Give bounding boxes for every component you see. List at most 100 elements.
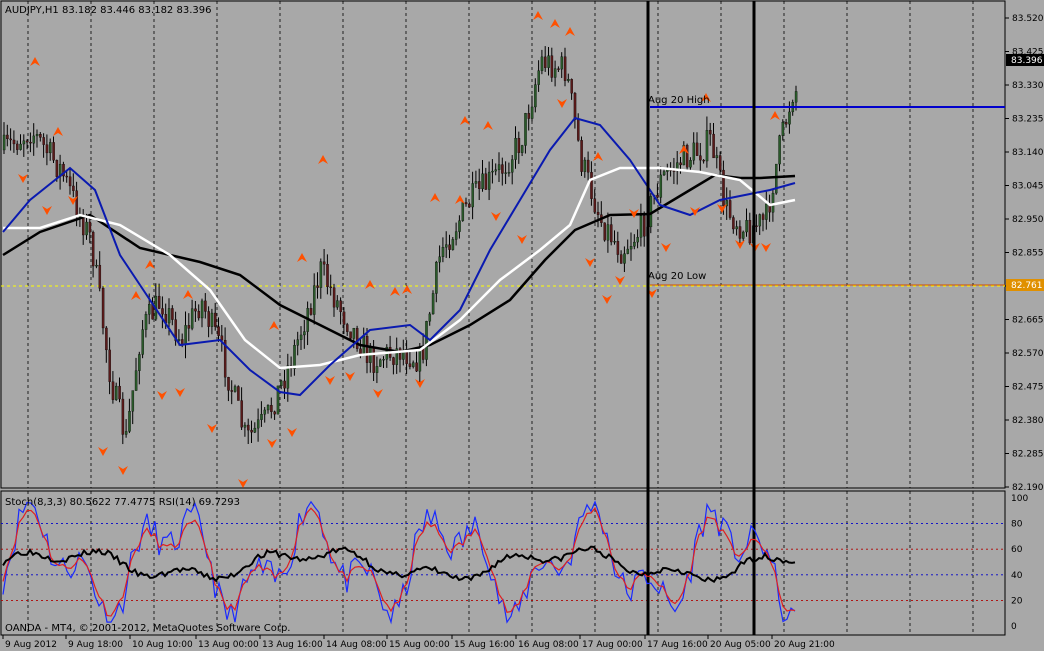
candle-body <box>273 411 276 415</box>
candle-body <box>484 173 488 190</box>
candle-body <box>537 70 540 85</box>
candle-body <box>319 261 323 288</box>
indicator-panel[interactable] <box>0 490 1006 636</box>
candle-body <box>167 308 171 324</box>
time-tick-label: 20 Aug 05:00 <box>710 640 771 650</box>
candle-body <box>501 164 504 174</box>
candle-body <box>243 424 247 428</box>
candle-body <box>128 411 131 432</box>
candle-body <box>332 287 336 308</box>
indicator-label: Stoch(8,3,3) 80.5622 77.4775 RSI(14) 69.… <box>5 497 240 508</box>
candle-body <box>141 329 144 355</box>
indicator-tick-label: 100 <box>1011 494 1028 504</box>
candle-body <box>464 202 468 205</box>
candle-body <box>705 130 709 162</box>
candle-body <box>299 334 303 340</box>
candle-body <box>435 262 438 294</box>
candle-body <box>148 304 151 315</box>
time-tick-label: 9 Aug 18:00 <box>68 640 123 650</box>
time-tick-label: 14 Aug 08:00 <box>326 640 387 650</box>
candle-body <box>29 141 32 144</box>
svg-text:83.396: 83.396 <box>1011 56 1043 66</box>
candle-body <box>263 409 267 415</box>
candle-body <box>560 56 564 70</box>
time-tick-label: 13 Aug 00:00 <box>198 640 259 650</box>
candle-body <box>454 231 458 240</box>
candle-body <box>336 300 339 308</box>
candle-body <box>95 264 98 267</box>
candle-body <box>134 370 138 391</box>
candle-body <box>313 285 316 315</box>
candle-body <box>207 311 210 327</box>
candle-body <box>108 349 111 382</box>
candle-body <box>303 331 306 336</box>
candle-body <box>709 130 712 135</box>
price-tick-label: 82.665 <box>1012 316 1044 326</box>
candle-body <box>105 327 108 351</box>
price-tick-label: 83.140 <box>1012 148 1044 158</box>
candle-body <box>738 226 742 239</box>
candle-body <box>247 424 250 431</box>
candle-body <box>735 226 738 230</box>
candle-body <box>220 335 224 341</box>
candle-body <box>441 247 445 257</box>
candle-body <box>214 312 217 327</box>
candle-body <box>266 405 270 411</box>
candle-body <box>326 264 329 288</box>
candle-body <box>596 211 600 215</box>
candle-body <box>217 326 220 336</box>
candle-body <box>72 185 75 191</box>
candle-body <box>623 253 626 264</box>
candle-body <box>471 183 474 208</box>
metatrader-chart-window: Aug 20 High Aug 20 Low 83.52083.42583.33… <box>0 0 1044 650</box>
candle-body <box>85 221 88 236</box>
candle-body <box>392 357 395 365</box>
candle-body <box>491 170 494 173</box>
candle-body <box>32 135 36 144</box>
candle-body <box>25 140 29 143</box>
candle-body <box>398 348 402 360</box>
candle-body <box>788 111 791 125</box>
indicator-axis: 100 80 60 40 20 0 <box>1011 494 1028 632</box>
candle-body <box>567 79 570 81</box>
candle-body <box>352 328 356 339</box>
candle-body <box>316 285 319 288</box>
price-tick-label: 82.475 <box>1012 383 1044 393</box>
time-tick-label: 17 Aug 16:00 <box>647 640 708 650</box>
candle-body <box>256 419 260 429</box>
candle-body <box>679 162 682 166</box>
candle-body <box>91 231 95 267</box>
candle-body <box>19 143 22 150</box>
candle-body <box>481 173 484 190</box>
candle-body <box>379 359 382 367</box>
candle-body <box>240 400 243 428</box>
candle-body <box>761 214 765 220</box>
candle-body <box>283 380 286 389</box>
candle-body <box>121 398 125 435</box>
candle-body <box>98 264 102 289</box>
candle-body <box>230 390 234 392</box>
candle-body <box>478 181 481 190</box>
price-tick-label: 82.380 <box>1012 416 1044 426</box>
candle-body <box>520 145 524 153</box>
candle-body <box>636 237 639 243</box>
candle-body <box>527 113 531 119</box>
candle-body <box>184 325 187 345</box>
candle-body <box>39 134 42 138</box>
indicator-tick-label: 80 <box>1011 520 1023 530</box>
price-tick-label: 82.570 <box>1012 349 1044 359</box>
candle-body <box>593 198 597 213</box>
candle-body <box>9 138 12 141</box>
candle-body <box>355 328 359 349</box>
candle-body <box>49 142 52 154</box>
candle-body <box>375 366 379 373</box>
candle-body <box>227 377 230 391</box>
candle-body <box>210 312 214 327</box>
candle-body <box>2 134 6 151</box>
candle-body <box>781 122 785 136</box>
candle-body <box>461 202 465 221</box>
candle-body <box>718 155 722 171</box>
candle-body <box>616 241 620 255</box>
candle-body <box>12 139 16 145</box>
candle-body <box>200 300 204 319</box>
